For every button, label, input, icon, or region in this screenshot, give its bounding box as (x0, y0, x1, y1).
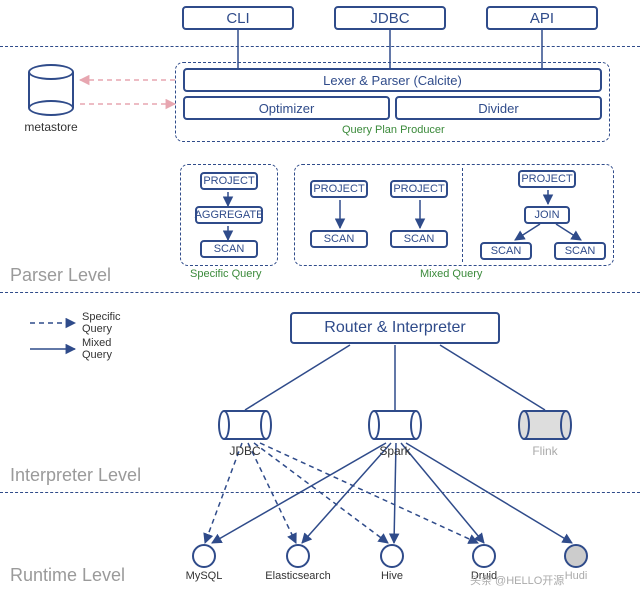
mixed-inner-sep (462, 168, 463, 262)
engine-jdbc-label: JDBC (229, 444, 260, 458)
specific-aggregate: AGGREGATE (195, 206, 263, 224)
specific-query-label: Specific Query (190, 268, 262, 280)
mixed-c-project: PROJECT (518, 170, 576, 188)
separator-top (0, 46, 640, 47)
interface-cli: CLI (182, 6, 294, 30)
router-box: Router & Interpreter (290, 312, 500, 344)
divider-box: Divider (395, 96, 602, 120)
runtime-mysql: MySQL (192, 544, 216, 568)
engine-jdbc: JDBC (218, 410, 272, 440)
engine-spark-label: Spark (379, 444, 410, 458)
lexer-parser-box: Lexer & Parser (Calcite) (183, 68, 602, 92)
specific-project: PROJECT (200, 172, 258, 190)
engine-flink-label: Flink (532, 444, 557, 458)
runtime-elasticsearch: Elasticsearch (286, 544, 310, 568)
mixed-a-scan: SCAN (310, 230, 368, 248)
runtime-hudi: Hudi (564, 544, 588, 568)
separator-interpreter (0, 492, 640, 493)
mixed-b-project: PROJECT (390, 180, 448, 198)
interface-api: API (486, 6, 598, 30)
engine-flink: Flink (518, 410, 572, 440)
mixed-a-project: PROJECT (310, 180, 368, 198)
diagram-stage: CLI JDBC API metastore Lexer & Parser (C… (0, 0, 640, 603)
metastore-cylinder: metastore (28, 64, 74, 116)
mixed-c-scan-r: SCAN (554, 242, 606, 260)
mixed-c-scan-l: SCAN (480, 242, 532, 260)
legend-specific: Specific Query (82, 311, 132, 335)
runtime-hive: Hive (380, 544, 404, 568)
separator-parser (0, 292, 640, 293)
runtime-elasticsearch-label: Elasticsearch (265, 570, 330, 582)
watermark: 头条 @HELLO开源 (470, 572, 564, 588)
interface-jdbc: JDBC (334, 6, 446, 30)
runtime-level-label: Runtime Level (10, 565, 125, 586)
legend-mixed: Mixed Query (82, 337, 132, 361)
runtime-hudi-label: Hudi (565, 570, 588, 582)
mixed-c-join: JOIN (524, 206, 570, 224)
runtime-hive-label: Hive (381, 570, 403, 582)
engine-spark: Spark (368, 410, 422, 440)
interpreter-level-label: Interpreter Level (10, 465, 141, 486)
producer-label: Query Plan Producer (342, 124, 445, 136)
runtime-druid: Druid (472, 544, 496, 568)
mixed-query-label: Mixed Query (420, 268, 482, 280)
optimizer-box: Optimizer (183, 96, 390, 120)
mixed-b-scan: SCAN (390, 230, 448, 248)
runtime-mysql-label: MySQL (186, 570, 223, 582)
metastore-label: metastore (24, 120, 77, 134)
parser-level-label: Parser Level (10, 265, 111, 286)
specific-scan: SCAN (200, 240, 258, 258)
